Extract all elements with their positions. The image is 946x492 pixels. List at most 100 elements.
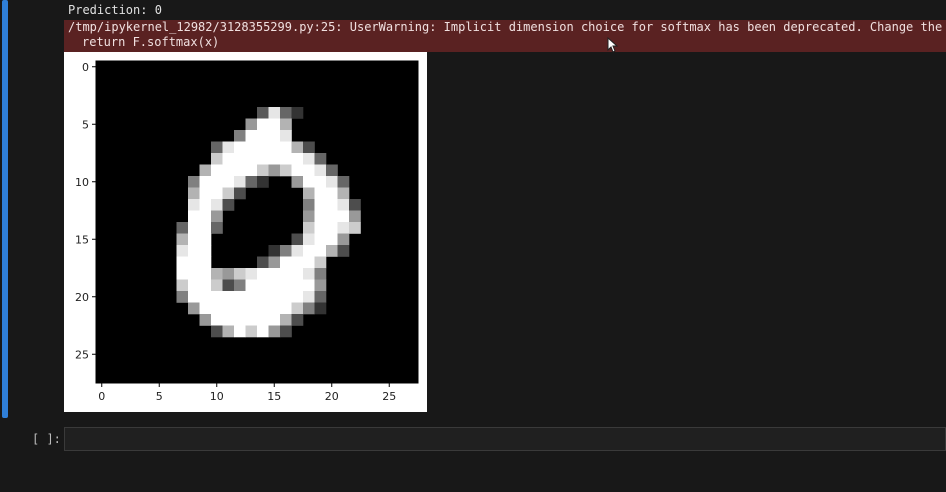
image-pixel [280,279,292,292]
image-pixel [188,279,200,292]
image-pixel [234,302,246,315]
stderr-output: /tmp/ipykernel_12982/3128355299.py:25: U… [64,20,946,52]
image-pixel [314,222,327,234]
image-pixel [257,164,269,177]
image-pixel [303,291,315,303]
image-pixel [234,291,246,303]
cell-prompt: [ ]: [32,432,61,446]
image-pixel [268,245,281,257]
image-pixel [337,210,350,223]
image-pixel [303,187,315,200]
image-pixel [291,279,304,292]
image-pixel [245,325,258,338]
image-pixel [291,107,304,119]
image-pixel [303,222,315,234]
image-pixel [222,187,235,200]
image-pixel [291,245,304,257]
image-pixel [257,118,269,131]
image-pixel [245,302,258,315]
y-tick-label: 5 [82,118,89,131]
image-pixel [314,233,327,246]
image-pixel [257,130,269,142]
image-pixel [176,279,189,292]
image-pixel [303,164,315,177]
image-pixel [257,153,269,165]
image-pixel [199,245,212,257]
image-pixel [188,245,200,257]
image-pixel [291,153,304,165]
image-pixel [211,302,223,315]
active-cell-indicator [2,0,8,418]
image-pixel [188,187,200,200]
image-pixel [268,325,281,338]
image-pixel [349,222,361,234]
mnist-digit-plot: 0 5 10 15 20 25 0 5 10 15 20 25 [64,52,427,412]
x-tick-label: 15 [267,390,281,403]
image-pixel [303,199,315,211]
image-pixel [268,291,281,303]
image-pixel [280,268,292,280]
image-pixel [314,291,327,303]
image-pixel [234,153,246,165]
image-pixel [211,176,223,188]
image-pixel [245,130,258,142]
x-tick-label: 25 [382,390,396,403]
x-tick-label: 5 [156,390,163,403]
image-pixel [291,314,304,326]
image-pixel [257,325,269,338]
image-pixel [199,187,212,200]
image-pixel [268,268,281,280]
image-pixel [280,164,292,177]
image-pixel [349,199,361,211]
image-pixel [303,268,315,280]
image-pixel [245,141,258,154]
image-pixel [337,222,350,234]
image-pixel [326,176,338,188]
image-pixel [222,164,235,177]
y-tick-label: 15 [75,233,89,246]
image-pixel [222,325,235,338]
image-pixel [211,210,223,223]
image-pixel [326,222,338,234]
image-pixel [326,187,338,200]
image-pixel [303,141,315,154]
code-cell-input[interactable] [64,427,946,451]
image-pixel [222,141,235,154]
image-pixel [234,268,246,280]
image-pixel [257,268,269,280]
image-pixel [222,268,235,280]
image-pixel [211,153,223,165]
image-pixel [234,176,246,188]
image-pixel [211,291,223,303]
image-pixel [211,222,223,234]
image-pixel [280,325,292,338]
image-pixel [314,245,327,257]
image-pixel [326,199,338,211]
image-pixel [188,233,200,246]
image-pixel [303,256,315,269]
image-pixel [222,176,235,188]
image-pixel [199,279,212,292]
image-pixel [176,291,189,303]
image-pixel [222,153,235,165]
image-pixel [188,210,200,223]
image-pixel [211,268,223,280]
y-tick-label: 0 [82,61,89,74]
image-pixel [188,268,200,280]
image-pixel [326,210,338,223]
image-pixel [268,153,281,165]
image-pixel [199,256,212,269]
image-pixel [176,222,189,234]
image-pixel [268,164,281,177]
image-pixel [199,164,212,177]
image-pixel [211,199,223,211]
image-pixel [245,164,258,177]
x-tick-label: 20 [325,390,339,403]
image-pixel [268,256,281,269]
image-pixel [222,314,235,326]
image-pixel [337,233,350,246]
image-pixel [176,256,189,269]
image-pixel [257,314,269,326]
image-pixel [245,291,258,303]
image-pixel [188,291,200,303]
